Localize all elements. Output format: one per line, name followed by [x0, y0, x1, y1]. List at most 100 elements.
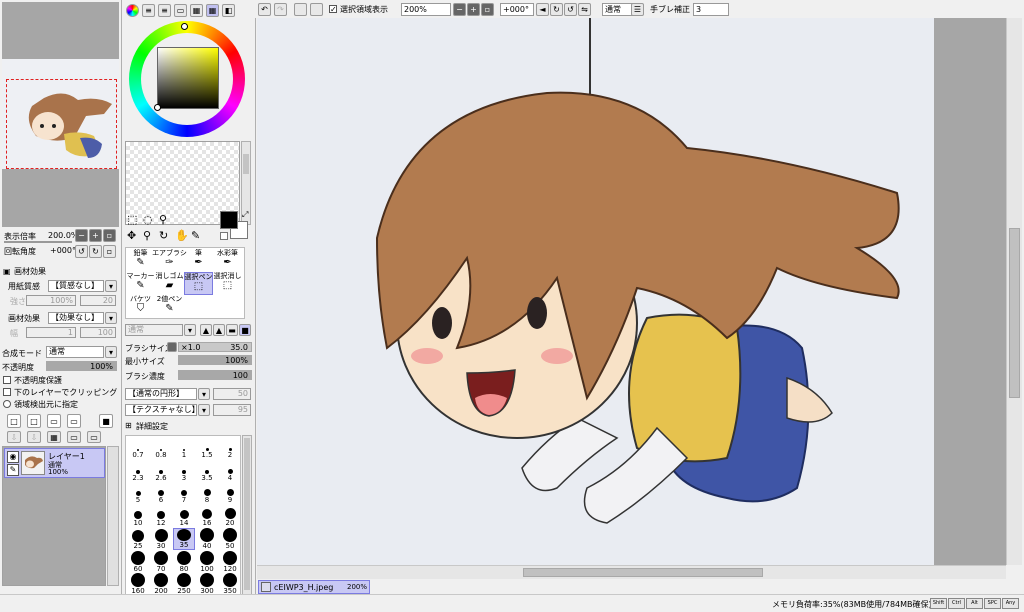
nav-zoom-in-icon[interactable]: + [89, 229, 102, 242]
brush-size-preset[interactable]: 14 [173, 505, 195, 527]
tool-select-pen[interactable]: 選択ペン ⬚ [184, 272, 213, 295]
brush-size-preset[interactable]: 3 [173, 460, 195, 482]
brush-size-preset[interactable]: 60 [127, 550, 149, 573]
layer-pen-icon[interactable]: ✎ [7, 464, 19, 476]
brush-size-preset[interactable]: 7 [173, 482, 195, 504]
tool-binary-pen[interactable]: 2値ペン ✎ [155, 295, 184, 318]
undo-icon[interactable]: ↶ [258, 3, 271, 16]
invert-selection-icon[interactable] [310, 3, 323, 16]
effect-width-field[interactable]: 1 [26, 327, 76, 338]
rect-select-icon[interactable]: ⬚ [127, 213, 137, 226]
effect-select[interactable]: 【効果なし】 [48, 312, 104, 324]
scratch-tab-icon[interactable]: ◧ [222, 4, 235, 17]
brush-texture-select[interactable]: 【テクスチャなし】 [125, 404, 197, 416]
brush-size-preset[interactable]: 2.6 [150, 460, 172, 482]
rotation-select[interactable]: +000° [500, 3, 534, 16]
brush-size-preset[interactable]: 0.8 [150, 437, 172, 459]
brush-shape-select[interactable]: 【通常の円形】 [125, 388, 197, 400]
zoom-select[interactable]: 200% [401, 3, 451, 16]
layer-list-scrollbar[interactable] [107, 446, 119, 586]
brush-size-preset[interactable]: 5 [127, 482, 149, 504]
tip-flat-icon[interactable]: ▬ [226, 324, 238, 336]
zoom-tool-icon[interactable]: ⚲ [143, 229, 151, 242]
brush-texture-value[interactable]: 95 [213, 404, 251, 416]
detail-settings[interactable]: ⊞ 詳細設定 [125, 421, 205, 433]
brush-size-preset[interactable]: 4 [219, 460, 241, 482]
brush-size-preset[interactable]: 300 [196, 573, 218, 595]
rotate-tool-icon[interactable]: ↻ [159, 229, 168, 242]
swatch-tab-icon[interactable]: ▦ [190, 4, 203, 17]
horizontal-scroll-thumb[interactable] [523, 568, 763, 577]
texture-header[interactable]: ▣ 画材効果 [2, 266, 119, 278]
protect-opacity-checkbox[interactable] [3, 376, 11, 384]
flip-icon[interactable]: ⇋ [578, 3, 591, 16]
zoom-reset-icon[interactable]: ▫ [481, 3, 494, 16]
brush-shape-dropdown-icon[interactable]: ▾ [198, 388, 210, 400]
zoom-out-icon[interactable]: − [453, 3, 466, 16]
eyedropper-icon[interactable]: ✎ [191, 229, 200, 242]
brush-size-preset[interactable]: 1 [173, 437, 195, 459]
brush-size-preset[interactable]: 250 [173, 573, 195, 595]
brush-size-preset[interactable]: 16 [196, 505, 218, 527]
nav-rotate-reset-icon[interactable]: ▫ [103, 245, 116, 258]
effect-dropdown-icon[interactable]: ▾ [105, 312, 117, 324]
zoom-in-icon[interactable]: + [467, 3, 480, 16]
brush-size-preset[interactable]: 80 [173, 550, 195, 573]
primary-color-swatch[interactable] [220, 211, 238, 229]
brush-size-preset[interactable]: 160 [127, 573, 149, 595]
merge-down-icon[interactable]: ⇩ [7, 431, 21, 443]
layer-blend-dropdown-icon[interactable]: ▾ [105, 346, 117, 358]
magic-wand-icon[interactable]: ⚲ [159, 213, 167, 226]
palette-tab-icon[interactable]: ▦ [206, 4, 219, 17]
brush-size-preset[interactable]: 120 [219, 550, 241, 573]
size-multiplier-icon[interactable] [167, 342, 177, 352]
brush-size-preset[interactable]: 2.3 [127, 460, 149, 482]
brush-blend-dropdown-icon[interactable]: ▾ [184, 324, 196, 336]
tool-brush[interactable]: 筆 ✒ [184, 249, 213, 272]
layer-item[interactable]: ◉ ✎ レイヤー1 通常 100% [4, 448, 105, 478]
deselect-icon[interactable] [294, 3, 307, 16]
tool-marker[interactable]: マーカー ✎ [126, 272, 155, 295]
clipping-checkbox[interactable] [3, 388, 11, 396]
folder-icon[interactable]: ▭ [67, 414, 81, 428]
canvas-area[interactable] [257, 18, 934, 565]
nav-zoom-out-icon[interactable]: − [75, 229, 88, 242]
swap-colors-icon[interactable]: ⤢ [242, 210, 248, 220]
effect-strength-field[interactable]: 100 [80, 327, 116, 338]
saturation-value-square[interactable] [157, 47, 219, 109]
gradient-tab-icon[interactable]: ▭ [174, 4, 187, 17]
brush-size-preset[interactable]: 6 [150, 482, 172, 504]
nav-rotate-left-icon[interactable]: ↺ [75, 245, 88, 258]
new-layer-folder-icon[interactable]: □ [27, 414, 41, 428]
navigator[interactable] [2, 2, 119, 227]
transparent-color-icon[interactable] [220, 232, 228, 240]
vertical-scroll-thumb[interactable] [1009, 228, 1020, 398]
paper-texture-dropdown-icon[interactable]: ▾ [105, 280, 117, 292]
min-size-slider[interactable]: 100% [178, 355, 252, 365]
new-layer-icon[interactable]: □ [7, 414, 21, 428]
brush-size-preset[interactable]: 40 [196, 527, 218, 550]
tip-soft-icon[interactable]: ▲ [213, 324, 225, 336]
tool-pencil[interactable]: 鉛筆 ✎ [126, 249, 155, 272]
nav-zoom-slider[interactable] [4, 241, 72, 243]
brush-size-preset[interactable]: 70 [150, 550, 172, 573]
brush-size-scrollbar[interactable] [242, 435, 252, 595]
file-tab[interactable]: cEIWP3_H.jpeg 200% [258, 580, 370, 594]
brush-size-preset[interactable]: 1.5 [196, 437, 218, 459]
visibility-eye-icon[interactable]: ◉ [7, 451, 19, 463]
brush-size-preset[interactable]: 100 [196, 550, 218, 573]
brush-size-preset[interactable]: 8 [196, 482, 218, 504]
brush-size-preset[interactable]: 200 [150, 573, 172, 595]
tip-square-icon[interactable]: ■ [239, 324, 251, 336]
brush-size-preset[interactable]: 9 [219, 482, 241, 504]
tool-eraser[interactable]: 消しゴム ▰ [155, 272, 184, 295]
hue-marker[interactable] [181, 23, 188, 30]
canvas-vertical-scrollbar[interactable] [1006, 18, 1022, 565]
brush-size-preset[interactable]: 50 [219, 527, 241, 550]
selection-visible-checkbox[interactable]: ✓ [329, 5, 337, 14]
canvas-horizontal-scrollbar[interactable] [257, 565, 1006, 579]
brush-size-preset[interactable]: 35 [173, 527, 195, 550]
stabilizer-select[interactable]: 3 [693, 3, 729, 16]
opacity-slider[interactable]: 100% [46, 361, 117, 371]
move-icon[interactable]: ✥ [127, 229, 136, 242]
